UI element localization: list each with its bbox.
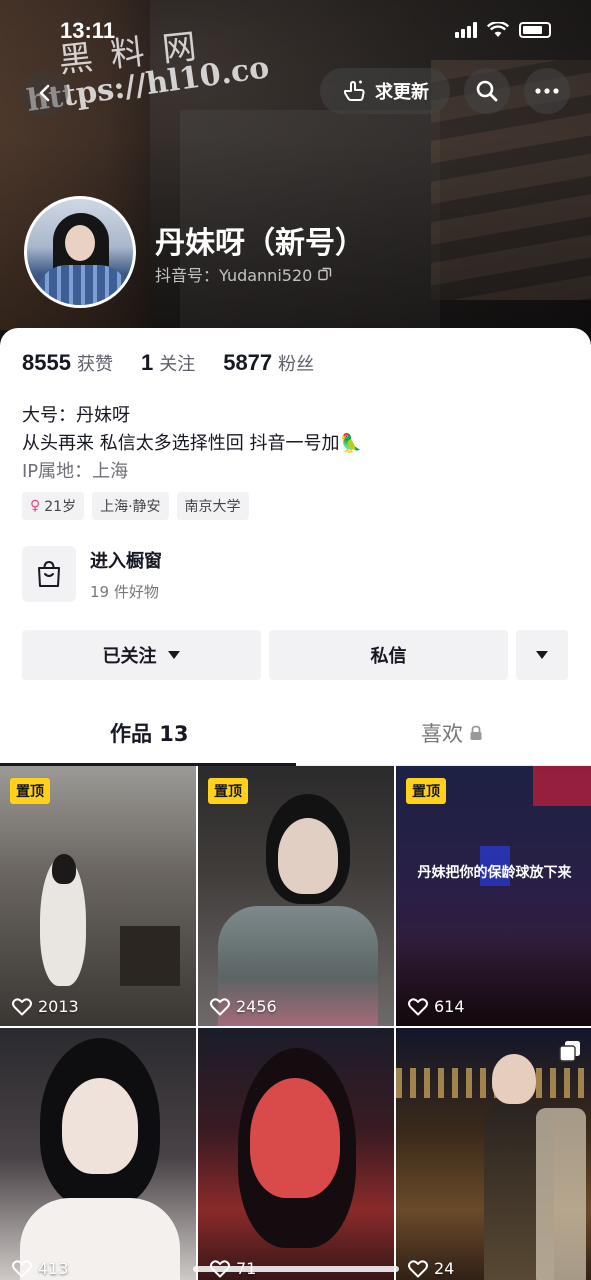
shop-item-count: 19 件好物 [90,582,159,601]
display-name: 丹妹呀（新号） [155,226,365,261]
profile-header: 13:11 黑料网 https://hl10.co 求更新 丹妹呀（新号） 抖音… [0,0,591,345]
heart-icon [408,997,428,1015]
pinned-badge: 置顶 [10,778,50,804]
copy-icon[interactable] [318,267,332,281]
video-thumbnail[interactable]: 413 [0,1028,196,1280]
more-dots-icon [535,88,559,94]
request-update-label: 求更新 [375,82,429,103]
message-button[interactable]: 私信 [269,630,508,680]
heart-icon [408,1259,428,1277]
content-tabs: 作品 13 喜欢 [0,710,591,766]
more-options-button[interactable] [516,630,568,680]
video-grid: 置顶 2013 置顶 2456 丹妹把你的保龄球放下来 置顶 614 413 2… [0,766,591,1280]
video-thumbnail[interactable]: 置顶 2013 [0,766,196,1026]
douyin-id[interactable]: 抖音号：Yudanni520 [155,262,332,286]
shopping-bag-icon [22,546,76,602]
tag-school[interactable]: 南京大学 [176,492,249,520]
like-count: 2456 [210,997,277,1016]
ip-location: IP属地：上海 [22,461,129,482]
stats-row: 8555 获赞 1 关注 5877 粉丝 [22,350,314,376]
battery-icon [519,22,551,38]
bio: 大号：丹妹呀 从头再来 私信太多选择性回 抖音一号加🦜 IP属地：上海 [22,402,362,486]
like-count: 413 [12,1259,69,1278]
request-update-button[interactable]: 求更新 [320,68,450,114]
tag-location[interactable]: 上海·静安 [92,492,169,520]
back-button[interactable] [22,70,68,116]
tab-likes[interactable]: 喜欢 [421,718,483,748]
video-caption: 丹妹把你的保龄球放下来 [417,865,572,881]
heart-icon [12,997,32,1015]
status-time: 13:11 [60,18,116,43]
like-count: 24 [408,1259,454,1278]
cellular-signal-icon [455,22,477,38]
stat-followers[interactable]: 5877 粉丝 [223,350,314,376]
multi-image-icon [559,1041,580,1062]
status-bar: 13:11 [0,18,591,48]
search-button[interactable] [464,68,510,114]
wifi-icon [487,22,509,37]
video-thumbnail[interactable]: 丹妹把你的保龄球放下来 置顶 614 [396,766,591,1026]
stat-following[interactable]: 1 关注 [141,350,195,376]
profile-card: 8555 获赞 1 关注 5877 粉丝 大号：丹妹呀 从头再来 私信太多选择性回 抖… [0,328,591,1280]
like-count: 614 [408,997,465,1016]
hand-pointer-icon [344,80,365,101]
caret-down-icon [167,651,180,659]
stat-likes[interactable]: 8555 获赞 [22,350,113,376]
chevron-left-icon [39,84,50,102]
profile-tags: ♀ 21岁 上海·静安 南京大学 [22,492,249,520]
pinned-badge: 置顶 [406,778,446,804]
pinned-badge: 置顶 [208,778,248,804]
more-button[interactable] [524,68,570,114]
caret-down-icon [536,651,548,659]
heart-icon [12,1259,32,1277]
shop-title: 进入橱窗 [90,550,162,572]
search-icon [476,80,498,102]
action-buttons: 已关注 私信 [22,630,568,680]
home-indicator [193,1266,399,1272]
video-thumbnail[interactable]: 24 [396,1028,591,1280]
tab-works[interactable]: 作品 13 [110,718,189,748]
video-thumbnail[interactable]: 71 [198,1028,394,1280]
douyin-id-text: 抖音号：Yudanni520 [155,266,313,285]
female-icon: ♀ [30,498,41,514]
shop-window-entry[interactable]: 进入橱窗 19 件好物 [22,546,162,602]
video-thumbnail[interactable]: 置顶 2456 [198,766,394,1026]
tag-age: ♀ 21岁 [22,492,85,520]
heart-icon [210,997,230,1015]
like-count: 2013 [12,997,79,1016]
avatar[interactable] [24,196,136,308]
bio-line-note: 从头再来 私信太多选择性回 抖音一号加🦜 [22,433,362,454]
lock-icon [470,725,482,740]
following-button[interactable]: 已关注 [22,630,261,680]
bio-line-main-account: 大号：丹妹呀 [22,405,130,426]
